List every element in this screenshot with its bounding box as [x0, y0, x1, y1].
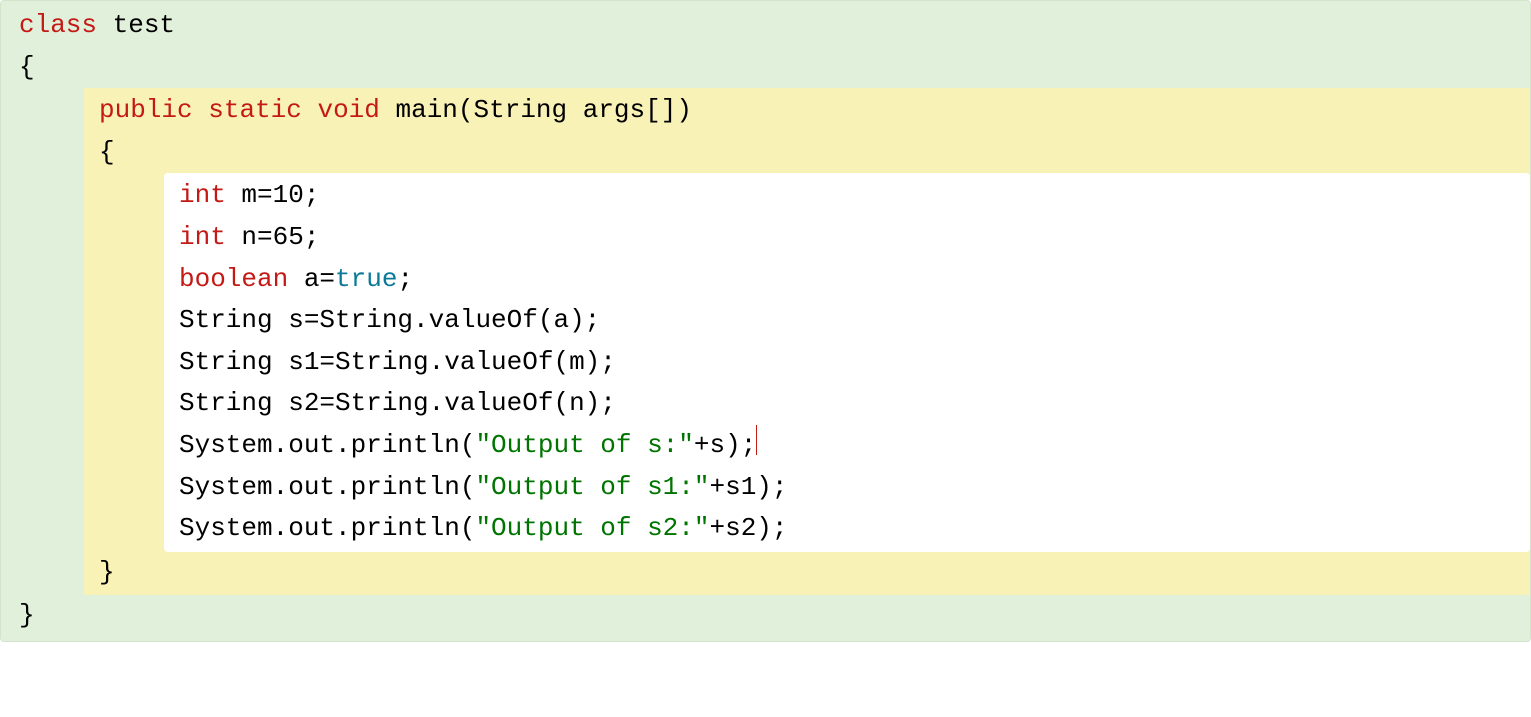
code-line: String s=String.valueOf(a); — [179, 300, 1530, 342]
literal-true: true — [335, 264, 397, 294]
string-literal: "Output of s1:" — [475, 472, 709, 502]
semicolon: ; — [397, 264, 413, 294]
code-block-body: int m=10; int n=65; boolean a=true; Stri… — [164, 173, 1530, 551]
class-name: test — [97, 10, 175, 40]
var-decl: n=65; — [226, 222, 320, 252]
brace-close: } — [99, 552, 1530, 594]
brace-open: { — [19, 47, 1530, 89]
var-decl: m=10; — [226, 180, 320, 210]
method-call: System.out.println( — [179, 430, 475, 460]
keyword-public: public — [99, 95, 193, 125]
keyword-boolean: boolean — [179, 264, 288, 294]
keyword-void: void — [317, 95, 379, 125]
concat-end: +s); — [694, 430, 756, 460]
code-line: boolean a=true; — [179, 259, 1530, 301]
method-call: System.out.println( — [179, 472, 475, 502]
brace-open: { — [99, 132, 1530, 174]
string-literal: "Output of s:" — [475, 430, 693, 460]
code-line: class test — [19, 5, 1530, 47]
code-line: int n=65; — [179, 217, 1530, 259]
code-line: System.out.println("Output of s:"+s); — [179, 425, 1530, 467]
code-line: public static void main(String args[]) — [99, 90, 1530, 132]
text-cursor — [756, 425, 757, 455]
method-call: System.out.println( — [179, 513, 475, 543]
code-line: int m=10; — [179, 175, 1530, 217]
code-line: String s1=String.valueOf(m); — [179, 342, 1530, 384]
keyword-class: class — [19, 10, 97, 40]
keyword-static: static — [208, 95, 302, 125]
keyword-int: int — [179, 222, 226, 252]
code-block-method: public static void main(String args[]) {… — [84, 88, 1530, 595]
keyword-int: int — [179, 180, 226, 210]
var-decl: a= — [288, 264, 335, 294]
string-literal: "Output of s2:" — [475, 513, 709, 543]
code-line: System.out.println("Output of s1:"+s1); — [179, 467, 1530, 509]
concat-end: +s2); — [710, 513, 788, 543]
code-line: String s2=String.valueOf(n); — [179, 383, 1530, 425]
code-line: System.out.println("Output of s2:"+s2); — [179, 508, 1530, 550]
code-block-outer: class test { public static void main(Str… — [0, 0, 1531, 642]
method-signature: main(String args[]) — [380, 95, 692, 125]
brace-close: } — [19, 595, 1530, 637]
concat-end: +s1); — [710, 472, 788, 502]
